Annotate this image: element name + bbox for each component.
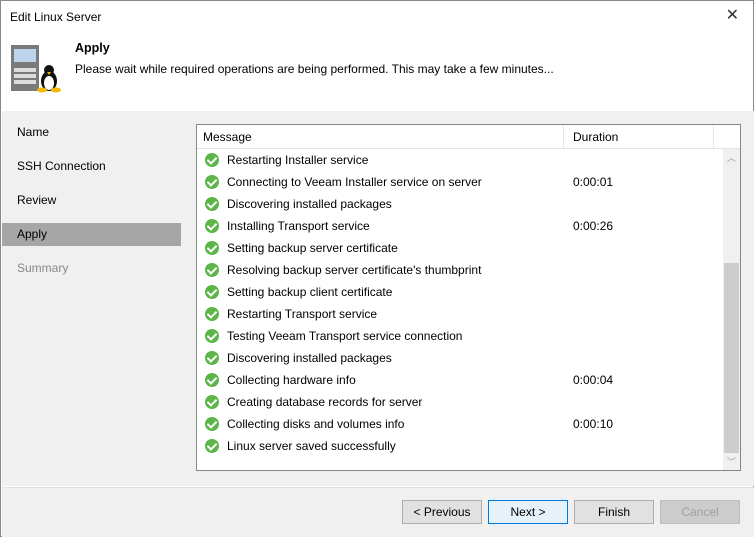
wizard-steps: Name SSH Connection Review Apply Summary: [2, 111, 181, 486]
table-row[interactable]: Restarting Transport service: [197, 303, 740, 325]
success-check-icon: [205, 307, 219, 321]
row-message: Installing Transport service: [227, 219, 370, 233]
step-review[interactable]: Review: [2, 189, 181, 223]
table-row[interactable]: Connecting to Veeam Installer service on…: [197, 171, 740, 193]
table-row[interactable]: Discovering installed packages: [197, 347, 740, 369]
table-row[interactable]: Creating database records for server: [197, 391, 740, 413]
row-duration: 0:00:26: [573, 219, 614, 233]
page-subtitle: Please wait while required operations ar…: [75, 62, 554, 76]
dialog-window: Edit Linux Server ✕ Apply Please wait wh…: [0, 0, 754, 537]
window-title: Edit Linux Server: [10, 10, 102, 24]
row-duration: 0:00:10: [573, 417, 614, 431]
success-check-icon: [205, 329, 219, 343]
row-message: Resolving backup server certificate's th…: [227, 263, 482, 277]
finish-button[interactable]: Finish: [574, 500, 654, 524]
row-message: Setting backup client certificate: [227, 285, 393, 299]
row-message: Collecting hardware info: [227, 373, 356, 387]
table-row[interactable]: Collecting hardware info 0:00:04: [197, 369, 740, 391]
table-row[interactable]: Testing Veeam Transport service connecti…: [197, 325, 740, 347]
success-check-icon: [205, 263, 219, 277]
table-row[interactable]: Restarting Installer service: [197, 149, 740, 171]
success-check-icon: [205, 175, 219, 189]
close-icon[interactable]: ✕: [726, 5, 739, 25]
next-button[interactable]: Next >: [488, 500, 568, 524]
row-message: Linux server saved successfully: [227, 439, 396, 453]
column-message[interactable]: Message: [203, 130, 252, 144]
success-check-icon: [205, 153, 219, 167]
cancel-button: Cancel: [660, 500, 740, 524]
scroll-up-icon[interactable]: ︿: [727, 151, 736, 164]
success-check-icon: [205, 351, 219, 365]
success-check-icon: [205, 417, 219, 431]
success-check-icon: [205, 241, 219, 255]
table-row[interactable]: Setting backup server certificate: [197, 237, 740, 259]
row-message: Restarting Transport service: [227, 307, 378, 321]
scroll-down-icon[interactable]: ﹀: [727, 455, 736, 468]
row-message: Restarting Installer service: [227, 153, 369, 167]
log-table: Message Duration Restarting Installer se…: [196, 124, 741, 471]
success-check-icon: [205, 373, 219, 387]
step-apply[interactable]: Apply: [2, 223, 181, 246]
previous-button[interactable]: < Previous: [402, 500, 482, 524]
table-row[interactable]: Collecting disks and volumes info 0:00:10: [197, 413, 740, 435]
row-message: Creating database records for server: [227, 395, 423, 409]
table-row[interactable]: Discovering installed packages: [197, 193, 740, 215]
table-row[interactable]: Linux server saved successfully: [197, 435, 740, 457]
row-message: Discovering installed packages: [227, 197, 392, 211]
row-duration: 0:00:01: [573, 175, 614, 189]
row-message: Connecting to Veeam Installer service on…: [227, 175, 482, 189]
success-check-icon: [205, 219, 219, 233]
table-row[interactable]: Installing Transport service 0:00:26: [197, 215, 740, 237]
column-duration[interactable]: Duration: [573, 130, 618, 144]
success-check-icon: [205, 285, 219, 299]
row-message: Collecting disks and volumes info: [227, 417, 405, 431]
row-message: Setting backup server certificate: [227, 241, 398, 255]
success-check-icon: [205, 439, 219, 453]
success-check-icon: [205, 197, 219, 211]
row-duration: 0:00:04: [573, 373, 614, 387]
row-message: Discovering installed packages: [227, 351, 392, 365]
linux-server-icon: [11, 45, 61, 93]
table-row[interactable]: Setting backup client certificate: [197, 281, 740, 303]
step-name[interactable]: Name: [2, 121, 181, 155]
success-check-icon: [205, 395, 219, 409]
vertical-scrollbar[interactable]: ︿ ﹀: [723, 149, 740, 470]
table-header: Message Duration: [197, 125, 740, 149]
step-summary: Summary: [17, 261, 69, 275]
row-message: Testing Veeam Transport service connecti…: [227, 329, 463, 343]
table-row[interactable]: Resolving backup server certificate's th…: [197, 259, 740, 281]
page-title: Apply: [75, 41, 110, 55]
step-ssh-connection[interactable]: SSH Connection: [2, 155, 181, 189]
scrollbar-thumb[interactable]: [724, 263, 739, 453]
